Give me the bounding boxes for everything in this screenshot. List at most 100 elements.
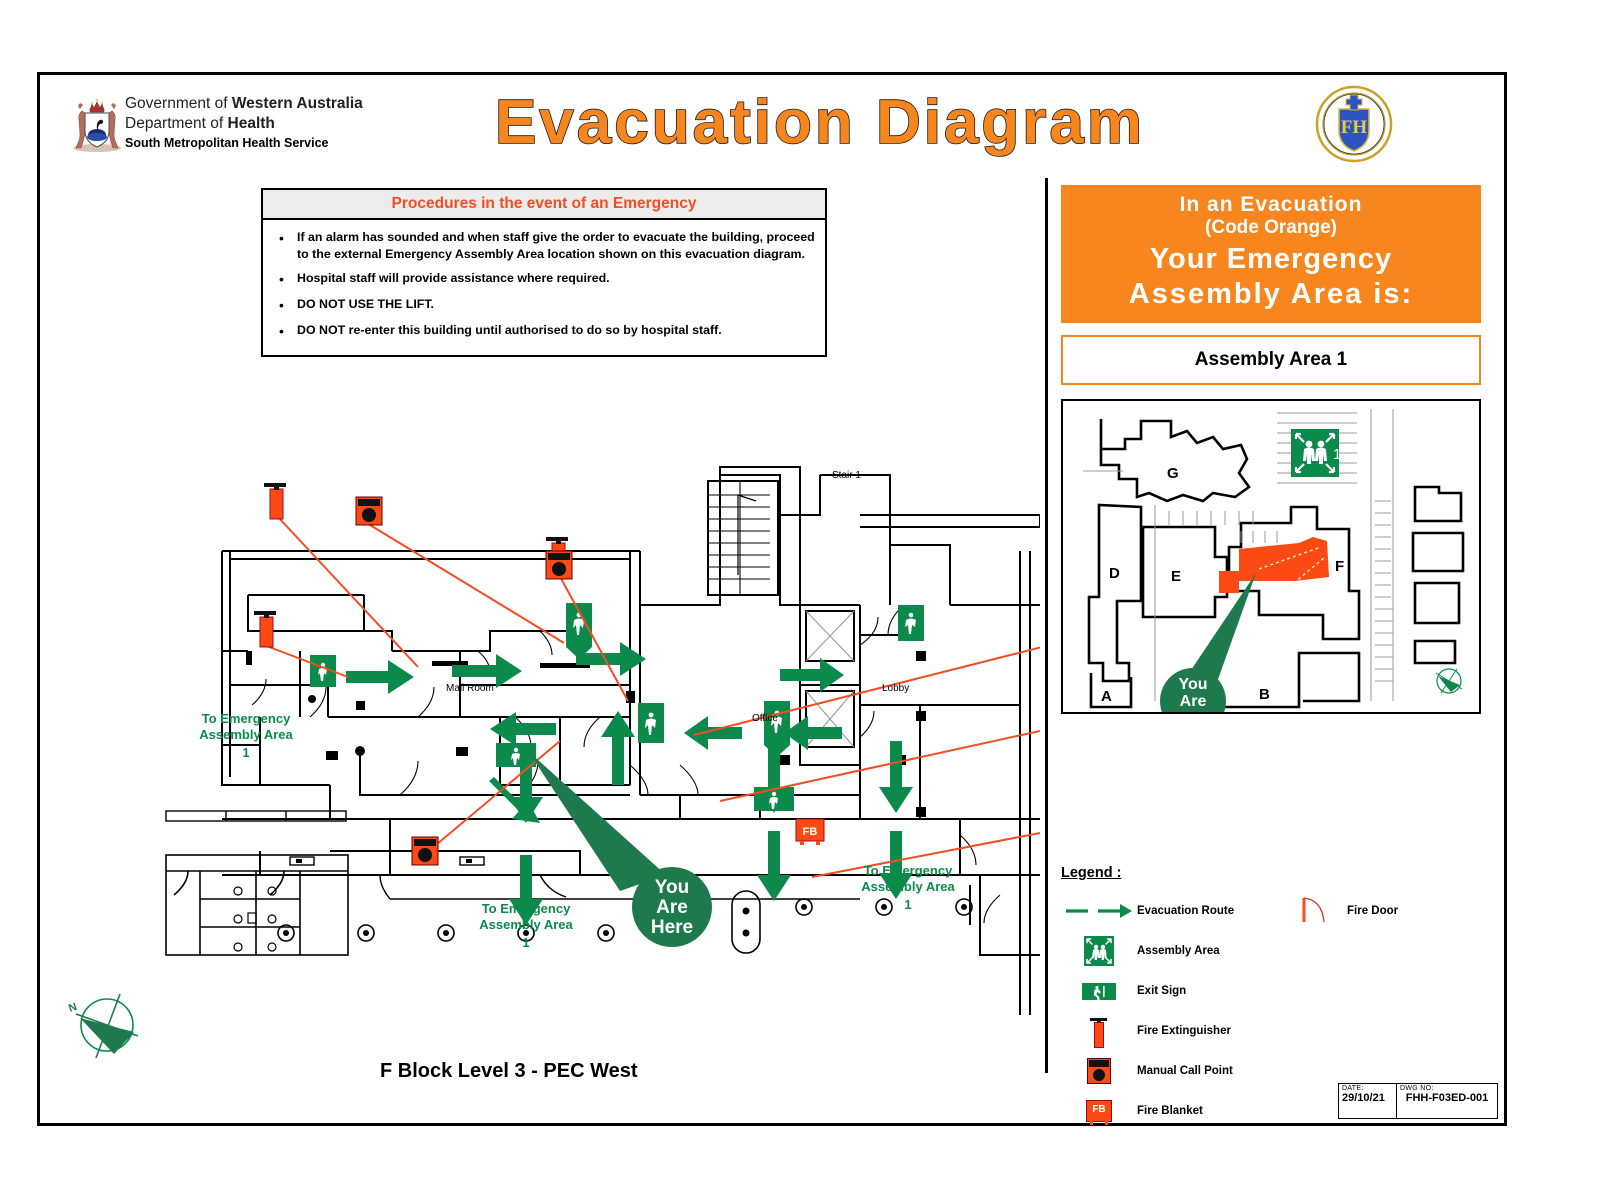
fire-extinguisher-icon <box>264 483 286 520</box>
legend-item-assembly-area: Assembly Area <box>1061 931 1491 971</box>
hospital-crest-icon: FH <box>1315 85 1393 163</box>
bullet-icon: • <box>279 297 284 314</box>
you-are-here-line-2: Are <box>1180 693 1207 710</box>
exit-sign-icon <box>898 605 924 641</box>
legend-item-exit-sign: Exit Sign <box>1061 971 1491 1011</box>
legend-label: Fire Blanket <box>1137 1105 1203 1117</box>
procedures-list: • If an alarm has sounded and when staff… <box>263 220 825 341</box>
fire-extinguisher-icon <box>254 611 276 648</box>
assembly-area-icon <box>1061 936 1137 966</box>
exit-sign-icon <box>754 787 794 811</box>
route-note-1-line-1: To Emergency <box>202 711 291 726</box>
site-map-drawing: 1 You Are Here G D E F A B <box>1063 401 1479 713</box>
room-label-office: Office <box>752 713 778 724</box>
header: Government of Western Australia Departme… <box>40 75 1504 171</box>
exit-sign-icon <box>1061 982 1137 1000</box>
page-title: Evacuation Diagram <box>494 87 1146 158</box>
manual-call-point-icon <box>355 496 383 526</box>
wa-government-crest-icon <box>73 98 121 152</box>
legend-item-fire-door: Fire Door <box>1289 891 1398 931</box>
date-key: DATE: <box>1342 1085 1364 1092</box>
site-block-label-D: D <box>1109 565 1120 582</box>
legend-item-fire-extinguisher: Fire Extinguisher <box>1061 1011 1491 1051</box>
fire-blanket-icon: FB <box>795 818 825 845</box>
you-are-here-line-1: You <box>1178 676 1207 693</box>
site-block-label-E: E <box>1171 568 1181 585</box>
exit-sign-icon <box>638 703 664 743</box>
route-note-3-line-3: 1 <box>904 897 911 912</box>
procedure-item: • Hospital staff will provide assistance… <box>279 271 610 288</box>
you-are-here-pointer <box>528 751 666 891</box>
date-value: 29/10/21 <box>1342 1092 1385 1104</box>
legend-title: Legend : <box>1061 865 1122 881</box>
manual-call-point-icon <box>545 550 573 580</box>
evacuation-route-arrow-icon <box>1061 902 1137 920</box>
bullet-icon: • <box>279 323 284 339</box>
route-note-3-line-1: To Emergency <box>864 863 953 878</box>
procedure-item: • If an alarm has sounded and when staff… <box>279 229 815 263</box>
legend-label: Fire Extinguisher <box>1137 1025 1231 1037</box>
evacuation-banner: In an Evacuation (Code Orange) Your Emer… <box>1061 185 1481 324</box>
procedures-box: Procedures in the event of an Emergency … <box>261 188 827 357</box>
banner-line-1: In an Evacuation <box>1179 193 1363 216</box>
site-map: 1 You Are Here G D E F A B <box>1061 399 1481 715</box>
dwg-key: DWG NO: <box>1400 1085 1434 1092</box>
exit-sign-icon <box>764 701 790 757</box>
equipment-leader-lines <box>263 516 1051 878</box>
floorplan-you-are-here-line-3: Here <box>651 917 693 938</box>
title-block-date-cell: DATE: 29/10/21 <box>1339 1084 1397 1118</box>
assembly-area-value: Assembly Area 1 <box>1194 349 1348 371</box>
legend-label: Manual Call Point <box>1137 1065 1233 1077</box>
assembly-area-icon: 1 <box>1291 429 1341 478</box>
room-label-mail-room: Mail Room <box>446 683 494 694</box>
route-note-2-line-2: Assembly Area <box>479 917 573 932</box>
floorplan: FB Stair 1 Mail Room Office Lobby To Eme… <box>160 455 1073 1055</box>
banner-line-4: Assembly Area is: <box>1128 277 1414 310</box>
svg-text:FB: FB <box>803 826 818 838</box>
site-block-label-F: F <box>1335 558 1344 575</box>
fire-door-icon <box>1289 896 1347 926</box>
fire-blanket-label: FB <box>1092 1104 1106 1115</box>
site-block-label-G: G <box>1167 465 1179 482</box>
assembly-area-panel: In an Evacuation (Code Orange) Your Emer… <box>1061 185 1481 715</box>
route-note-1-line-3: 1 <box>242 745 249 760</box>
compass-north-label: N <box>67 1001 78 1015</box>
fire-blanket-icon: FB <box>1061 1100 1137 1125</box>
floorplan-you-are-here-line-1: You <box>655 877 689 898</box>
procedures-header: Procedures in the event of an Emergency <box>263 190 825 220</box>
gov-line-2: Department of Health <box>125 114 275 132</box>
route-note-2-line-1: To Emergency <box>482 901 571 916</box>
title-block: DATE: 29/10/21 DWG NO: FHH-F03ED-001 <box>1338 1083 1498 1119</box>
room-label-lobby: Lobby <box>882 683 909 694</box>
banner-line-3: Your Emergency <box>1149 242 1393 275</box>
fire-extinguisher-icon <box>1061 1014 1137 1048</box>
floorplan-caption: F Block Level 3 - PEC West <box>380 1060 638 1082</box>
you-are-here-line-3: Here <box>1175 710 1211 712</box>
room-label-stair-1: Stair 1 <box>832 470 861 481</box>
procedure-item: • DO NOT USE THE LIFT. <box>279 297 434 314</box>
route-note-2-line-3: 1 <box>522 935 529 950</box>
bullet-icon: • <box>279 230 284 246</box>
gov-wordmark: Government of Western Australia Departme… <box>125 94 363 151</box>
compass-rose-icon: N <box>67 993 139 1059</box>
gov-line-3: South Metropolitan Health Service <box>125 135 329 150</box>
title-block-dwg-cell: DWG NO: FHH-F03ED-001 <box>1397 1084 1497 1118</box>
legend-label: Fire Door <box>1347 905 1399 917</box>
panel-divider <box>1045 178 1048 1073</box>
legend-label: Assembly Area <box>1137 945 1220 957</box>
banner-line-2: (Code Orange) <box>1205 216 1337 238</box>
assembly-area-value-box: Assembly Area 1 <box>1061 335 1481 386</box>
exit-sign-icon <box>496 743 536 767</box>
bullet-icon: • <box>279 271 284 288</box>
legend-label: Exit Sign <box>1137 985 1187 997</box>
assembly-marker-number: 1 <box>1333 446 1341 463</box>
gov-line-1: Government of Western Australia <box>125 95 363 112</box>
diagram-page-frame: Government of Western Australia Departme… <box>37 72 1507 1126</box>
dwg-value: FHH-F03ED-001 <box>1405 1092 1489 1104</box>
legend-label: Evacuation Route <box>1137 905 1235 917</box>
legend-item-evacuation-route: Evacuation Route Fire Door <box>1061 891 1491 931</box>
procedure-item: • DO NOT re-enter this building until au… <box>279 323 722 339</box>
route-note-1-line-2: Assembly Area <box>199 727 293 742</box>
route-note-3-line-2: Assembly Area <box>861 879 955 894</box>
site-block-label-B: B <box>1259 686 1270 703</box>
